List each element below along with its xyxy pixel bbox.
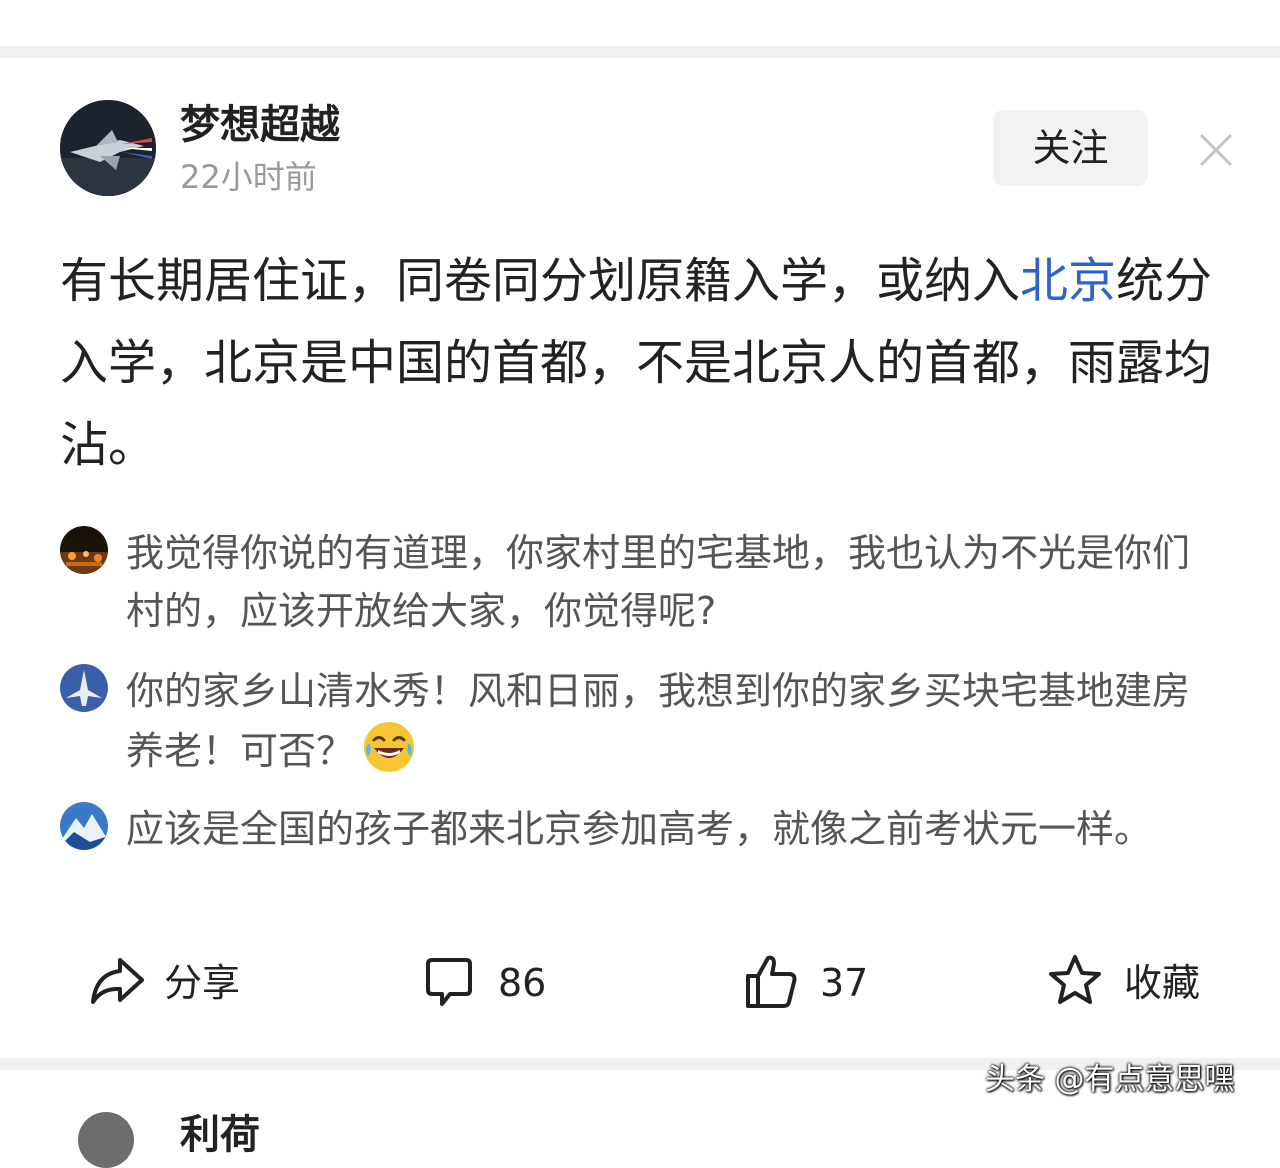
mountain-avatar[interactable]: [60, 802, 108, 850]
comment-text-body: 你的家乡山清水秀！风和日丽，我想到你的家乡买块宅基地建房养老！可否？: [126, 669, 1191, 773]
close-icon[interactable]: [1196, 130, 1236, 170]
comment-button[interactable]: 86: [422, 952, 562, 1014]
like-button[interactable]: 37: [744, 952, 884, 1014]
post-body: 有长期居住证，同卷同分划原籍入学，或纳入北京统分入学，北京是中国的首都，不是北京…: [60, 240, 1220, 486]
favorite-button[interactable]: 收藏: [1046, 952, 1206, 1014]
comment-text: 你的家乡山清水秀！风和日丽，我想到你的家乡买块宅基地建房养老！可否？: [126, 662, 1220, 780]
thumbs-up-icon: [746, 955, 797, 1008]
watermark: 头条 @有点意思嘿: [985, 1062, 1235, 1097]
beijing-link[interactable]: 北京: [1020, 253, 1116, 309]
star-icon: [1049, 955, 1101, 1004]
share-icon: [91, 958, 144, 1004]
comment-text: 应该是全国的孩子都来北京参加高考，就像之前考状元一样。: [126, 807, 1153, 851]
favorite-label: 收藏: [1124, 961, 1201, 1005]
comment-text: 我觉得你说的有道理，你家村里的宅基地，我也认为不光是你们村的，应该开放给大家，你…: [126, 531, 1191, 633]
comment-icon: [426, 958, 472, 1006]
share-label: 分享: [164, 961, 241, 1005]
top-gap: [0, 0, 1280, 46]
author-avatar[interactable]: [60, 100, 156, 196]
share-button[interactable]: 分享: [88, 952, 248, 1014]
next-author-name[interactable]: 利荷: [180, 1110, 260, 1160]
next-author-avatar[interactable]: [78, 1112, 134, 1168]
laughing-tears-emoji: [364, 722, 415, 772]
feed-divider: [0, 46, 1280, 58]
author-name[interactable]: 梦想超越: [180, 100, 340, 150]
comment-count: 86: [498, 961, 547, 1005]
post-body-text: 有长期居住证，同卷同分划原籍入学，或纳入: [60, 253, 1021, 309]
like-count: 37: [820, 961, 869, 1005]
follow-button[interactable]: 关注: [993, 110, 1148, 186]
post-time: 22小时前: [180, 158, 317, 196]
jet-avatar[interactable]: [60, 664, 108, 712]
night-town-avatar[interactable]: [60, 526, 108, 574]
